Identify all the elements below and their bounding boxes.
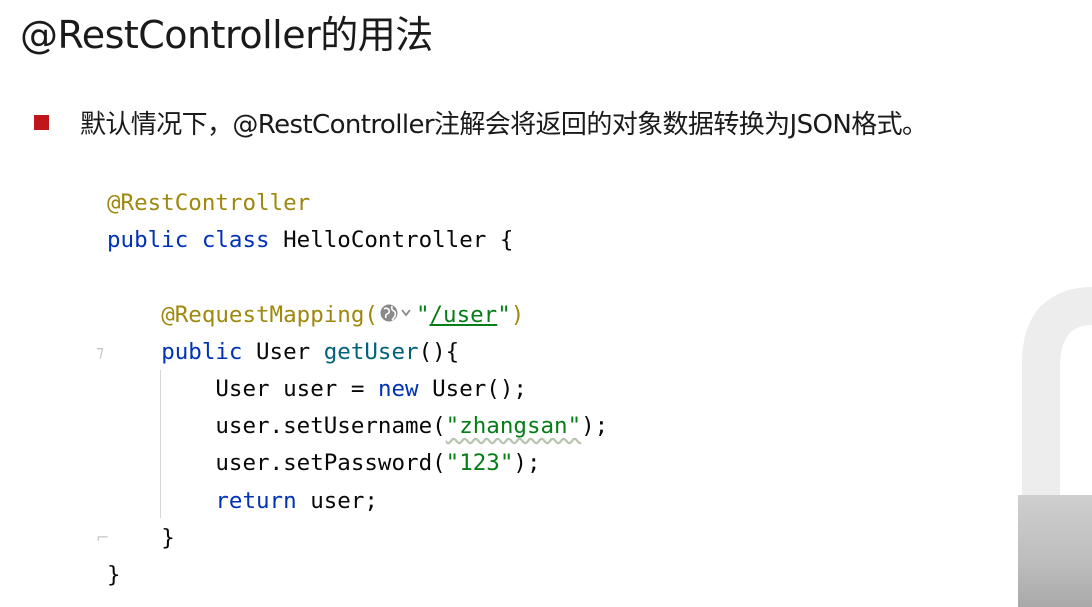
string-quote: " bbox=[415, 301, 430, 328]
code-text: user.setPassword( bbox=[215, 450, 446, 477]
code-line: @RestController bbox=[107, 185, 608, 222]
annotation-token: @RestController bbox=[107, 190, 311, 216]
code-line: return user; bbox=[107, 483, 608, 520]
code-text: ); bbox=[581, 413, 609, 440]
string-token: "123" bbox=[445, 450, 514, 477]
keyword-token: public bbox=[107, 227, 189, 254]
code-text: HelloController { bbox=[269, 227, 514, 254]
keyword-token: return bbox=[215, 487, 297, 514]
code-text: User user = bbox=[215, 375, 378, 402]
code-block: @RestController public class HelloControl… bbox=[107, 185, 608, 594]
closing-brace: } bbox=[107, 561, 121, 588]
slide: @RestController的用法 默认情况下，@RestController… bbox=[0, 0, 1092, 607]
string-token: "zhangsan" bbox=[445, 413, 582, 440]
code-line: user.setUsername("zhangsan"); bbox=[107, 408, 608, 445]
code-text: (){ bbox=[418, 338, 460, 365]
gutter-fold-marker: ⁊ bbox=[96, 342, 104, 361]
code-text: ); bbox=[513, 450, 541, 477]
closing-brace: } bbox=[161, 524, 175, 551]
code-line: } bbox=[107, 520, 608, 557]
code-text: user.setUsername( bbox=[215, 413, 446, 440]
globe-icon[interactable] bbox=[378, 299, 416, 336]
code-line: User user = new User(); bbox=[107, 371, 608, 408]
keyword-token: new bbox=[377, 375, 419, 402]
code-line: public class HelloController { bbox=[107, 222, 608, 259]
decorative-arc bbox=[1022, 287, 1092, 495]
keyword-token: class bbox=[201, 227, 270, 254]
keyword-token: public bbox=[161, 338, 243, 365]
string-quote: " bbox=[497, 301, 511, 328]
code-line: } bbox=[107, 557, 608, 594]
code-line: user.setPassword("123"); bbox=[107, 445, 608, 482]
presenter-video-thumbnail bbox=[1018, 495, 1092, 607]
bullet-point: 默认情况下，@RestController注解会将返回的对象数据转换为JSON格… bbox=[34, 104, 928, 141]
url-path-link[interactable]: /user bbox=[429, 302, 497, 328]
slide-title: @RestController的用法 bbox=[20, 13, 433, 57]
annotation-token: @RequestMapping( bbox=[161, 301, 378, 328]
code-line: @RequestMapping( "/user") bbox=[107, 297, 608, 334]
bullet-marker bbox=[34, 115, 49, 130]
code-text: User bbox=[242, 338, 324, 365]
annotation-token: ) bbox=[510, 301, 525, 328]
code-text: User(); bbox=[418, 375, 527, 402]
code-line: public User getUser(){ bbox=[107, 334, 608, 371]
bullet-text: 默认情况下，@RestController注解会将返回的对象数据转换为JSON格… bbox=[80, 110, 928, 140]
code-text: user; bbox=[296, 487, 378, 514]
method-name-token: getUser bbox=[323, 338, 419, 365]
